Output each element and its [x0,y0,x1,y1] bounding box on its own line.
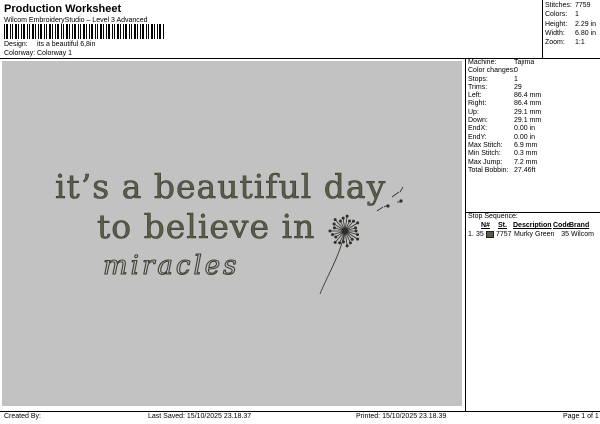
machine-row: Min Stitch: 0.3 mm [468,150,598,158]
embroidery-design: it’s a beautiful day to believe in mirac… [55,167,404,295]
machine-row: Max Jump: 7.2 mm [468,159,598,167]
machine-value: 0.3 mm [514,150,538,158]
footer-divider [0,411,600,412]
software-subtitle: Wilcom EmbroideryStudio – Level 3 Advanc… [4,17,148,24]
machine-label: EndX: [468,125,488,133]
stat-zoom: Zoom: 1:1 [545,39,585,47]
machine-value: 27.46ft [514,166,536,174]
machine-value: 0 [514,67,518,75]
design-text-line2: to believe in [97,207,315,246]
footer: Created By: Last Saved: 15/10/2025 23.18… [0,413,600,423]
machine-value: 1 [514,75,518,83]
machine-value: 86.4 mm [514,100,542,108]
panel-divider [465,59,466,411]
machine-row: Max Stitch: 6.9 mm [468,142,598,150]
colorway-row: Colorway: Colorway 1 [4,50,72,57]
stat-stitches: Stitches: 7759 [545,2,591,9]
machine-row: Stops: 1 [468,76,598,84]
design-text-line3: miracles [103,251,240,281]
machine-label: Trims: [468,83,488,91]
machine-row: EndY: 0.00 in [468,134,598,142]
stop-sequence-title: Stop Sequence: [468,213,518,220]
machine-row: Down: 29.1 mm [468,117,598,125]
design-preview[interactable]: it’s a beautiful day to believe in mirac… [2,61,462,406]
colorway-value: Colorway 1 [37,50,73,57]
row-brand: Wilcom [571,231,594,238]
colorway-label: Colorway: [4,50,36,57]
row-st: 7757 [496,231,512,238]
machine-value: 29.1 mm [514,117,542,125]
stat-width: Width: 6.80 in [545,29,597,37]
machine-label: Color changes: [468,67,516,75]
machine-value: 29 [514,83,522,91]
row-n: 35 [476,231,484,238]
machine-label: Total Bobbin: [468,166,509,174]
machine-row: Machine: Tajima [468,59,598,67]
machine-value: 29.1 mm [514,108,542,116]
col-n: N# [481,222,490,229]
machine-row: Color changes: 0 [468,67,598,75]
design-label: Design: [4,41,28,48]
machine-label: Up: [468,108,479,116]
stats-divider [542,0,543,58]
last-saved: Last Saved: 15/10/2025 23.18.37 [148,413,252,420]
worksheet-title: Production Worksheet [4,3,122,15]
machine-value: Tajima [514,59,535,66]
col-code: Code [553,222,571,229]
created-by: Created By: [4,413,41,420]
machine-label: EndY: [468,133,487,141]
machine-row: Trims: 29 [468,84,598,92]
machine-label: Max Jump: [468,158,503,166]
stat-colors: Colors: 1 [545,11,579,19]
machine-label: Stops: [468,75,488,83]
row-index: 1. [468,231,474,238]
machine-label: Min Stitch: [468,150,501,158]
stat-height: Height: 2.29 in [545,20,597,28]
machine-row: Right: 86.4 mm [468,100,598,108]
col-brand: Brand [569,222,590,229]
machine-label: Machine: [468,59,497,66]
machine-label: Down: [468,117,488,125]
col-st: St. [498,222,507,229]
machine-row: Up: 29.1 mm [468,109,598,117]
machine-value: 86.4 mm [514,92,542,100]
barcode-image [4,24,164,39]
machine-label: Left: [468,92,482,100]
machine-value: 6.9 mm [514,141,538,149]
col-description: Description [513,222,552,229]
design-stats: Stitches: 7759 Colors: 1 Height: 2.29 in Wi… [545,2,596,48]
design-row: Design: its a beautiful 6,8in [4,41,95,48]
printed-date: Printed: 15/10/2025 23.18.39 [356,413,447,420]
design-value: its a beautiful 6,8in [37,41,96,48]
page-number: Page 1 of 1 [563,413,599,420]
machine-label: Max Stitch: [468,141,503,149]
machine-info: Machine: Tajima Color changes: 0 Stops: 1 Trim… [468,59,598,175]
row-description: Murky Green [514,231,555,238]
machine-value: 0.00 in [514,125,536,133]
design-text-line1: it’s a beautiful day [55,167,386,206]
stop-sequence-header: N# St. Description Code Brand [468,222,589,229]
machine-value: 7.2 mm [514,158,538,166]
machine-label: Right: [468,100,487,108]
machine-row: Left: 86.4 mm [468,92,598,100]
thread-color-swatch [486,231,494,238]
machine-row: EndX: 0.00 in [468,125,598,133]
machine-value: 0.00 in [514,133,536,141]
table-row: 1. 35 7757 Murky Green 35 Wilcom [468,231,594,238]
machine-row: Total Bobbin: 27.46ft [468,167,598,175]
row-code: 35 [561,231,569,238]
